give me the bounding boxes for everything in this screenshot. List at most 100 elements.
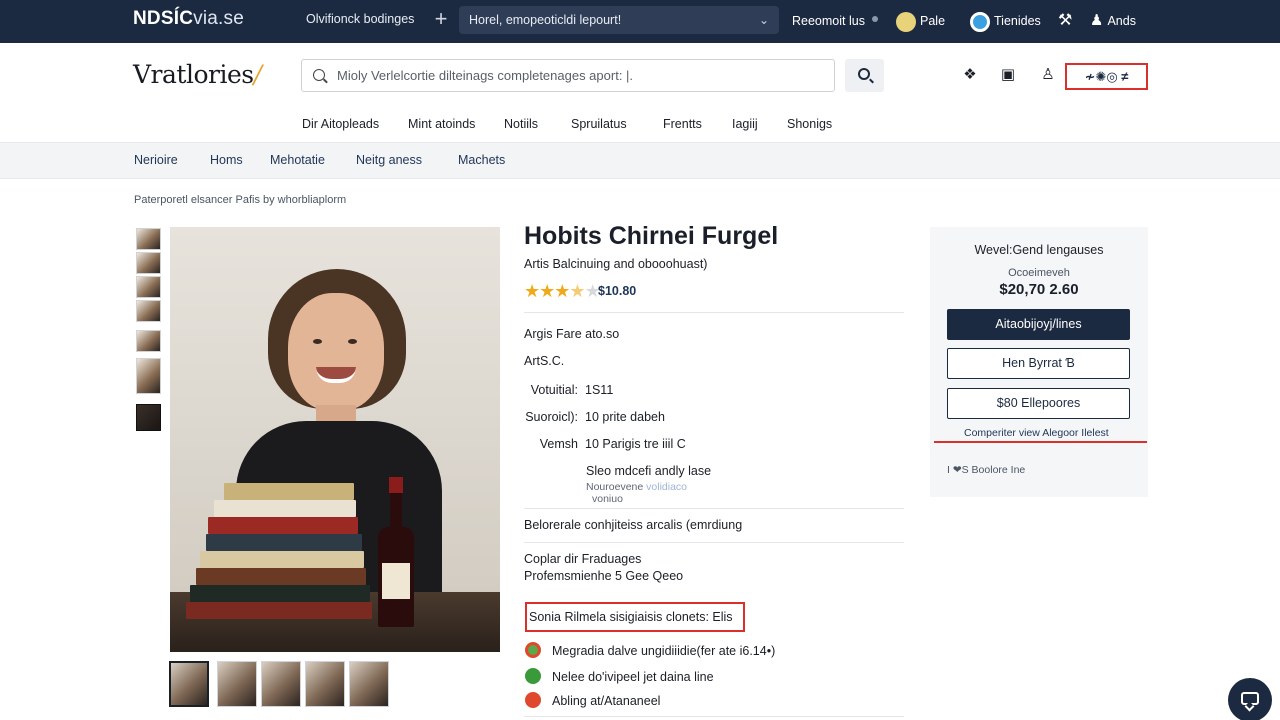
product-image[interactable] — [170, 227, 500, 652]
buybox-title: Wevel:Gend lengauses — [974, 243, 1104, 257]
spec-note-small: voniuo — [592, 493, 623, 505]
half-star-icon: ★ — [569, 281, 585, 301]
image-book — [190, 585, 370, 602]
image-book — [200, 551, 364, 568]
spec-key: Votuitial: — [530, 383, 578, 397]
product-title: Hobits Chirnei Furgel — [524, 222, 779, 250]
product-line: Argis Fare ato.so — [524, 327, 620, 341]
separator-dot — [872, 16, 878, 22]
topbar-item-ands[interactable]: ♟ Ands — [1090, 10, 1136, 32]
account-button[interactable]: ≁✺◎ ≠ — [1065, 63, 1148, 90]
search-icon — [313, 69, 325, 81]
gallery-thumbnail[interactable] — [217, 661, 257, 707]
category-item[interactable]: Dir Aitopleads — [302, 117, 379, 131]
secondary-action-button[interactable]: Hen Byrrat Ɓ — [947, 348, 1130, 379]
category-item[interactable]: Notiils — [504, 117, 538, 131]
image-book — [196, 568, 366, 585]
search-input[interactable]: Mioly Verlelcortie dilteinags completena… — [301, 59, 835, 92]
image-eye — [348, 339, 357, 344]
gallery-thumbnail[interactable] — [305, 661, 345, 707]
chat-button[interactable] — [1228, 678, 1272, 720]
feature-item: Abling at/Atananeel — [525, 692, 660, 708]
highlighted-note[interactable]: Sonia Rilmela sisigiaisis clonets: Elis — [525, 602, 745, 632]
gallery-thumbnail[interactable] — [136, 276, 161, 298]
gallery-thumbnail[interactable] — [136, 252, 161, 274]
star-icon: ★ — [539, 281, 555, 301]
highlight-rule — [934, 441, 1147, 443]
bottle-label — [382, 563, 410, 599]
feature-item: Nelee do'ivipeel jet daina line — [525, 668, 714, 684]
site-brand[interactable]: NDSÍCvia.se — [133, 8, 244, 30]
tool-icon[interactable]: ⚒ — [1058, 10, 1072, 32]
topbar-item-pale[interactable]: Pale — [896, 10, 945, 32]
category-item[interactable]: Shonigs — [787, 117, 832, 131]
spec-key: Vemsh — [539, 437, 578, 451]
subnav-item[interactable]: Machets — [458, 153, 505, 167]
image-face — [288, 293, 384, 411]
subnav-item[interactable]: Homs — [210, 153, 243, 167]
category-item[interactable]: Spruilatus — [571, 117, 627, 131]
gallery-thumbnail[interactable] — [136, 228, 161, 250]
buy-box: Wevel:Gend lengauses Ocoeimeveh $20,70 2… — [930, 227, 1148, 497]
check-icon — [525, 668, 541, 684]
buybox-footer[interactable]: I ❤S Boolore Ine — [947, 464, 1025, 476]
gallery-thumbnail[interactable] — [169, 661, 209, 707]
gallery-thumbnail[interactable] — [136, 330, 161, 352]
breadcrumb[interactable]: Paterporetl elsancer Pafis by whorbliapl… — [134, 194, 346, 206]
search-icon — [858, 68, 870, 80]
image-book — [224, 483, 354, 500]
spec-note-small: Nouroevene volidiaco — [586, 481, 687, 493]
gallery-thumbnail[interactable] — [349, 661, 389, 707]
buybox-price: $20,70 2.60 — [999, 281, 1079, 298]
globe-icon — [896, 11, 916, 32]
gallery-thumbnail[interactable] — [136, 358, 161, 394]
product-subtitle: Artis Balcinuing and obooohuast) — [524, 257, 708, 271]
image-book — [206, 534, 362, 551]
gallery-thumbnail[interactable] — [136, 300, 161, 322]
subnav-item[interactable]: Nerioire — [134, 153, 178, 167]
star-icon: ★ — [524, 281, 540, 301]
badge-icon — [525, 692, 541, 708]
search-button[interactable] — [845, 59, 884, 92]
copy-subtitle: Profemsmienhe 5 Gee Qeeo — [524, 569, 684, 583]
person-icon: ♟ — [1090, 12, 1104, 29]
product-price: $10.80 — [598, 284, 637, 298]
image-book — [214, 500, 356, 517]
spec-value: 10 prite dabeh — [585, 410, 665, 424]
subnav-item[interactable]: Mehotatie — [270, 153, 325, 167]
divider — [524, 542, 904, 543]
topbar-link[interactable]: Olvifionck bodinges — [306, 12, 414, 26]
compare-link[interactable]: Comperiter view Alegoor Ilelest — [964, 427, 1109, 439]
user-icon[interactable]: ♙ — [1039, 66, 1057, 84]
topbar-search-select[interactable]: Horel, emopeoticldi lepourt! ⌄ — [459, 6, 779, 34]
subnav-item[interactable]: Neitg aness — [356, 153, 422, 167]
image-wine-bottle — [378, 477, 414, 627]
wallet-icon[interactable]: ▣ — [999, 66, 1017, 84]
category-nav: Dir Aitopleads Mint atoinds Notiils Spru… — [0, 113, 1280, 135]
topbar-item-recommit[interactable]: Reeomoit lus — [792, 10, 865, 32]
category-item[interactable]: Frentts — [663, 117, 702, 131]
topbar-item-tienides[interactable]: Tienides — [970, 10, 1041, 32]
site-logo[interactable]: Vratlories/ — [133, 60, 262, 89]
add-icon[interactable]: + — [427, 7, 455, 33]
chat-icon — [1241, 692, 1259, 705]
bottle-cap — [389, 477, 403, 493]
spec-note: Sleo mdcefi andly lase — [586, 464, 712, 478]
gallery-thumbnail[interactable] — [261, 661, 301, 707]
circle-user-icon — [970, 11, 990, 32]
spec-key: Suoroicl): — [525, 410, 578, 424]
gallery-thumbnail[interactable] — [136, 404, 161, 431]
leaf-icon — [525, 642, 541, 658]
primary-action-button[interactable]: Aitaobijoyj/lines — [947, 309, 1130, 340]
feature-item: Megradia dalve ungidiiidie(fer ate i6.14… — [525, 642, 775, 658]
category-item[interactable]: Iagiij — [732, 117, 758, 131]
tertiary-action-button[interactable]: $80 Ellepoores — [947, 388, 1130, 419]
rating-stars[interactable]: ★★★★★ — [524, 281, 601, 302]
bag-icon[interactable]: ❖ — [961, 66, 979, 84]
product-line: ArtS.C. — [524, 354, 565, 368]
image-book — [186, 602, 372, 619]
category-item[interactable]: Mint atoinds — [408, 117, 475, 131]
divider — [524, 312, 904, 313]
image-book — [208, 517, 358, 534]
divider — [524, 508, 904, 509]
